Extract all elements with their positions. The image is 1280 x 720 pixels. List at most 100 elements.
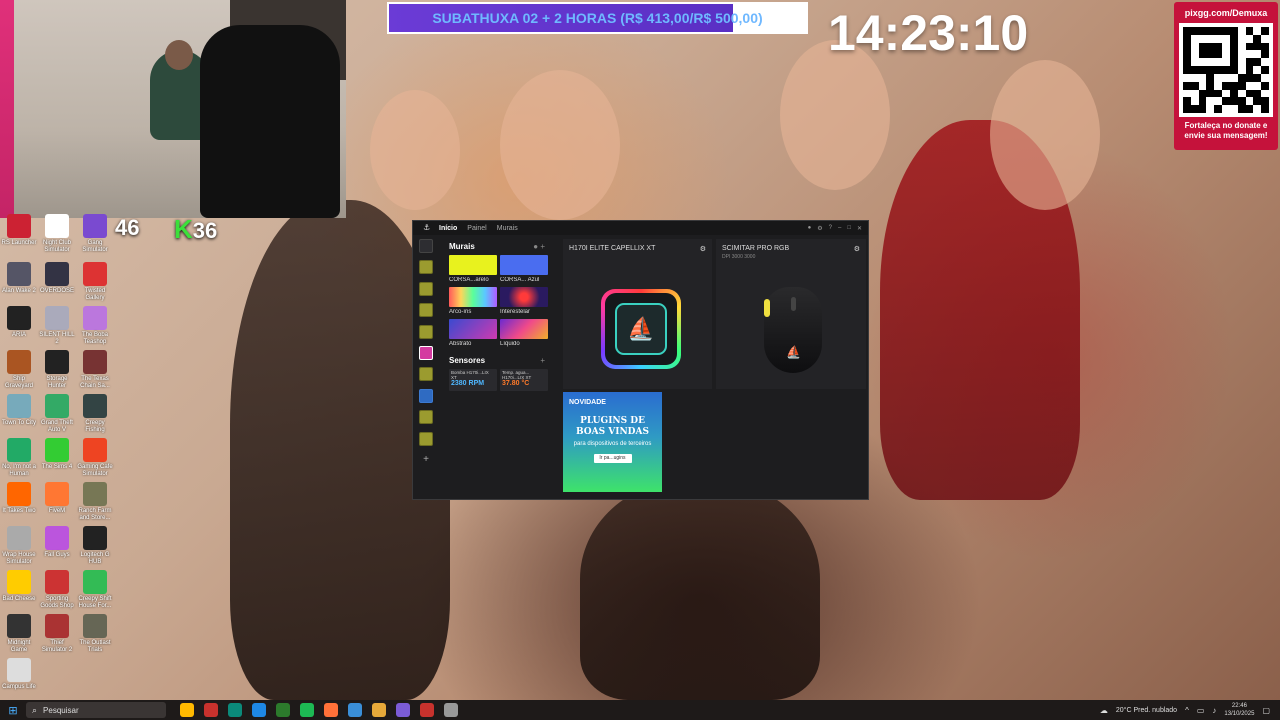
icue-titlebar: ⚓ Início Painel Murais ● ⚙ ? – □ ✕ xyxy=(413,221,868,235)
rail-scene-4[interactable] xyxy=(419,324,433,339)
desktop-icon[interactable]: Town To City xyxy=(0,394,38,427)
mural-item[interactable]: Líquido xyxy=(500,319,548,347)
desktop-icon[interactable]: Wrap House Simulator xyxy=(0,526,38,566)
desktop-icon[interactable]: Sporting Goods Shop xyxy=(38,570,76,610)
volume-icon[interactable]: ♪ xyxy=(1212,706,1216,715)
mural-item[interactable]: CORSA...arelo xyxy=(449,255,497,283)
close-icon[interactable]: ✕ xyxy=(857,225,862,232)
mouse-logo-icon: ⛵ xyxy=(786,345,801,359)
promo-badge: NOVIDADE xyxy=(569,399,606,406)
desktop-icon[interactable]: Logitech G HUB xyxy=(76,526,114,566)
donation-qr-card: pixgg.com/Demuxa Fortaleça no donate e e… xyxy=(1174,2,1278,150)
taskbar-app-icon[interactable] xyxy=(300,703,314,717)
weather-text[interactable]: 20°C Pred. nublado xyxy=(1116,707,1177,714)
sensor-water-temp[interactable]: Temp. agua... H170i...LIX XT 37.80 °C xyxy=(500,369,548,391)
desktop-icon[interactable]: Thief Simulator 2 xyxy=(38,614,76,654)
tab-murais[interactable]: Murais xyxy=(497,225,518,232)
rail-scene-5[interactable] xyxy=(419,367,433,382)
rail-scene-2[interactable] xyxy=(419,281,433,296)
desktop-icon[interactable]: Midnight Game xyxy=(0,614,38,654)
mouse-side-buttons xyxy=(764,299,770,317)
rail-scene-7[interactable] xyxy=(419,410,433,425)
taskbar-app-icon[interactable] xyxy=(324,703,338,717)
app-icon xyxy=(45,214,69,238)
murals-add-icon[interactable]: ● + xyxy=(533,242,545,251)
desktop-icon[interactable]: Night Club Simulator xyxy=(38,214,76,254)
desktop-icon[interactable]: The Outlast Trials xyxy=(76,614,114,654)
rail-home-icon[interactable] xyxy=(419,239,433,253)
desktop-icon[interactable]: The Texas Chain Sa... xyxy=(76,350,114,390)
device-cooler-settings-icon[interactable]: ⚙ xyxy=(700,245,706,253)
taskbar-app-icon[interactable] xyxy=(204,703,218,717)
taskbar-app-icon[interactable] xyxy=(252,703,266,717)
rail-scene-active[interactable] xyxy=(419,345,433,360)
settings-icon[interactable]: ⚙ xyxy=(817,225,822,232)
rail-scene-8[interactable] xyxy=(419,431,433,446)
desktop-icon[interactable]: Ship Graveyard xyxy=(0,350,38,390)
desktop-icon[interactable]: OVERDOSE xyxy=(38,262,76,295)
desktop-icon[interactable]: Fall Guys xyxy=(38,526,76,559)
device-mouse-settings-icon[interactable]: ⚙ xyxy=(854,245,860,253)
desktop-icon[interactable]: Campus Life xyxy=(0,658,38,691)
sensors-add-icon[interactable]: + xyxy=(540,356,545,365)
taskbar-app-icon[interactable] xyxy=(444,703,458,717)
start-button-icon[interactable]: ⊞ xyxy=(0,704,26,717)
rail-scene-1[interactable] xyxy=(419,260,433,275)
mural-item[interactable]: Abstrato xyxy=(449,319,497,347)
taskbar-app-icon[interactable] xyxy=(372,703,386,717)
promo-button[interactable]: Ir pa...ugins xyxy=(593,454,632,463)
network-icon[interactable]: ▭ xyxy=(1197,706,1205,715)
notifications-icon[interactable]: ▢ xyxy=(1262,706,1270,715)
desktop-icon[interactable]: FiveM xyxy=(38,482,76,515)
desktop-icon[interactable]: Grand Theft Auto V xyxy=(38,394,76,434)
taskbar-app-icon[interactable] xyxy=(348,703,362,717)
taskbar-app-icon[interactable] xyxy=(276,703,290,717)
desktop-icon[interactable]: Creepy Fishing xyxy=(76,394,114,434)
desktop-icon[interactable]: RS Launcher xyxy=(0,214,38,247)
taskbar-search[interactable]: ⌕ Pesquisar xyxy=(26,702,166,718)
tab-painel[interactable]: Painel xyxy=(467,225,486,232)
desktop-icon[interactable]: No, I'm not a Human xyxy=(0,438,38,478)
desktop-icon[interactable]: Alan Wake 2 xyxy=(0,262,38,295)
app-icon xyxy=(45,614,69,638)
bell-icon[interactable]: ● xyxy=(808,225,812,232)
taskbar-app-icon[interactable] xyxy=(228,703,242,717)
desktop-icon[interactable]: Gang Simulator xyxy=(76,214,114,254)
desktop-icon[interactable]: The Boba Teashop xyxy=(76,306,114,346)
mural-item[interactable]: Arco-íris xyxy=(449,287,497,315)
desktop-icon[interactable]: SILENT HILL 2 xyxy=(38,306,76,346)
mural-item[interactable]: Interestelar xyxy=(500,287,548,315)
taskbar-app-icon[interactable] xyxy=(396,703,410,717)
device-card-mouse[interactable]: SCIMITAR PRO RGB ⚙ DPI 3000 3000 ⛵ xyxy=(716,239,866,389)
desktop-icon[interactable]: Gaming Cafe Simulator xyxy=(76,438,114,478)
desktop-icon[interactable]: Twisted Gallery xyxy=(76,262,114,302)
wallpaper-face-2 xyxy=(780,40,890,190)
tray-chevron-icon[interactable]: ^ xyxy=(1185,706,1189,715)
rail-add-icon[interactable]: + xyxy=(419,453,433,467)
sensor-pump[interactable]: Bomba H170i...LIX XT 2380 RPM xyxy=(449,369,497,391)
mural-name: Abstrato xyxy=(449,341,472,347)
rail-scene-6[interactable] xyxy=(419,388,433,403)
rail-scene-3[interactable] xyxy=(419,303,433,318)
desktop-icon[interactable]: It Takes Two xyxy=(0,482,38,515)
desktop-icon[interactable]: ARIA xyxy=(0,306,38,339)
tab-inicio[interactable]: Início xyxy=(439,225,457,232)
device-card-cooler[interactable]: H170I ELITE CAPELLIX XT ⚙ ⛵ xyxy=(563,239,712,389)
mural-name: CORSA...arelo xyxy=(449,277,489,283)
mural-item[interactable]: CORSA... Azul xyxy=(500,255,548,283)
help-icon[interactable]: ? xyxy=(829,225,832,232)
desktop-icon[interactable]: Ranch Farm and Store... xyxy=(76,482,114,522)
weather-icon[interactable]: ☁ xyxy=(1100,706,1108,715)
taskbar-clock[interactable]: 22:46 13/10/2025 xyxy=(1224,702,1254,718)
desktop-icon[interactable]: Storage Hunter xyxy=(38,350,76,390)
taskbar-app-icon[interactable] xyxy=(420,703,434,717)
search-icon: ⌕ xyxy=(32,704,38,715)
desktop-icon[interactable]: Creepy Shift House For... xyxy=(76,570,114,610)
desktop-icon[interactable]: Bad Cheese xyxy=(0,570,38,603)
desktop-icon[interactable]: The Sims 4 xyxy=(38,438,76,471)
minimize-icon[interactable]: – xyxy=(838,225,841,232)
maximize-icon[interactable]: □ xyxy=(847,225,851,232)
app-icon xyxy=(83,306,107,330)
wallpaper-figure-2 xyxy=(580,480,820,700)
taskbar-app-icon[interactable] xyxy=(180,703,194,717)
